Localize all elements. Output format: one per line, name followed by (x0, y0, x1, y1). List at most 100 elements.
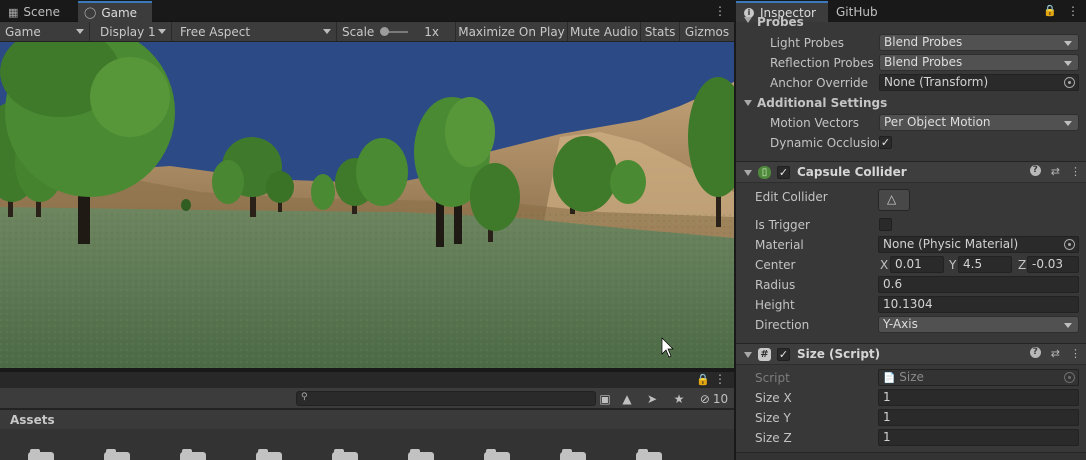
radius-field[interactable]: 0.6 (878, 276, 1079, 293)
chevron-down-icon (1064, 323, 1072, 328)
lock-icon[interactable]: 🔒 (696, 373, 710, 386)
center-z-field[interactable]: -0.03 (1027, 256, 1079, 273)
radius-value: 0.6 (883, 277, 903, 291)
chevron-down-icon (1064, 41, 1072, 46)
motion-vectors-row: Motion Vectors Per Object Motion (736, 113, 1086, 133)
size-x-field[interactable]: 1 (878, 389, 1079, 406)
grid-icon: ▦ (8, 5, 19, 19)
foldout-arrow-icon (744, 100, 752, 106)
project-search-input[interactable]: ⚲ (296, 391, 596, 406)
component-header-icons: ? ⇄ ⋮ (1029, 347, 1081, 360)
direction-value: Y-Axis (883, 317, 918, 331)
object-picker-icon[interactable] (1064, 77, 1075, 88)
center-label: Center (755, 258, 796, 272)
size-script-enabled-checkbox[interactable]: ✓ (777, 348, 790, 361)
hidden-packages-toggle[interactable]: ⊘ 10 (697, 390, 731, 408)
direction-dropdown[interactable]: Y-Axis (878, 316, 1079, 333)
height-label: Height (755, 298, 795, 312)
edit-collider-row: Edit Collider △ (736, 186, 1086, 212)
edit-collider-button[interactable]: △ (878, 189, 910, 211)
anchor-override-field[interactable]: None (Transform) (879, 74, 1079, 91)
dynamic-occlusion-checkbox[interactable]: ✓ (879, 136, 892, 149)
chevron-down-icon (1064, 121, 1072, 126)
project-menu-icon[interactable]: ⋮ (714, 372, 726, 386)
anchor-override-label: Anchor Override (770, 76, 869, 90)
mute-audio-toggle[interactable]: Mute Audio (568, 22, 641, 41)
folder-icon[interactable] (104, 449, 130, 460)
game-tab-menu-icon[interactable]: ⋮ (714, 3, 726, 19)
tab-game[interactable]: ◯ Game (78, 1, 152, 22)
capsule-collider-header[interactable]: ▯ ✓ Capsule Collider ? ⇄ ⋮ (736, 161, 1086, 183)
filter-by-label-icon[interactable]: ➤ (644, 390, 660, 408)
height-field[interactable]: 10.1304 (878, 296, 1079, 313)
center-y-value: 4.5 (963, 257, 983, 271)
folder-icon[interactable] (332, 449, 358, 460)
favorite-star-icon[interactable]: ★ (671, 390, 687, 408)
mode-dropdown[interactable]: Game (0, 22, 90, 41)
gizmos-toggle[interactable]: Gizmos (680, 22, 734, 41)
chevron-down-icon (1064, 61, 1072, 66)
light-probes-label: Light Probes (770, 36, 845, 50)
mute-label: Mute Audio (570, 24, 638, 39)
size-script-title: Size (Script) (797, 347, 881, 361)
help-icon[interactable]: ? (1029, 347, 1041, 358)
game-viewport[interactable] (0, 42, 734, 368)
dynamic-occlusion-label: Dynamic Occlusion (770, 136, 885, 150)
display-dropdown[interactable]: Display 1 (90, 22, 172, 41)
height-row: Height 10.1304 (736, 295, 1086, 315)
probes-foldout[interactable]: Probes (736, 14, 1086, 30)
preset-icon[interactable]: ⇄ (1051, 347, 1060, 360)
aspect-dropdown[interactable]: Free Aspect (172, 22, 337, 41)
size-z-field[interactable]: 1 (878, 429, 1079, 446)
size-x-value: 1 (883, 390, 891, 404)
material-field[interactable]: None (Physic Material) (878, 236, 1079, 253)
capsule-collider-enabled-checkbox[interactable]: ✓ (777, 166, 790, 179)
light-probes-dropdown[interactable]: Blend Probes (879, 34, 1079, 51)
assets-label: Assets (10, 413, 55, 427)
folder-icon[interactable] (560, 449, 586, 460)
center-y-field[interactable]: 4.5 (958, 256, 1012, 273)
size-script-header[interactable]: # ✓ Size (Script) ? ⇄ ⋮ (736, 343, 1086, 365)
stats-toggle[interactable]: Stats (641, 22, 680, 41)
folder-icon[interactable] (636, 449, 662, 460)
folder-icon[interactable] (28, 449, 54, 460)
anchor-override-row: Anchor Override None (Transform) (736, 73, 1086, 93)
folder-icon[interactable] (256, 449, 282, 460)
light-probes-value: Blend Probes (884, 35, 963, 49)
component-menu-icon[interactable]: ⋮ (1070, 165, 1081, 178)
game-toolbar: Game Display 1 Free Aspect Scale 1x Maxi… (0, 22, 734, 42)
capsule-collider-icon: ▯ (758, 166, 771, 179)
center-x-field[interactable]: 0.01 (890, 256, 944, 273)
help-icon[interactable]: ? (1029, 165, 1041, 176)
is-trigger-checkbox[interactable] (879, 218, 892, 231)
object-picker-icon[interactable] (1064, 239, 1075, 250)
center-z-label: Z (1018, 258, 1027, 272)
folder-icon[interactable] (180, 449, 206, 460)
maximize-on-play-toggle[interactable]: Maximize On Play (456, 22, 568, 41)
motion-vectors-dropdown[interactable]: Per Object Motion (879, 114, 1079, 131)
material-value: None (Physic Material) (883, 237, 1019, 251)
game-panel: ▦ Scene ◯ Game ⋮ Game Display 1 Free Asp… (0, 0, 734, 460)
reflection-probes-dropdown[interactable]: Blend Probes (879, 54, 1079, 71)
additional-settings-foldout[interactable]: Additional Settings (736, 93, 1086, 113)
project-tabbar: 🔒 ⋮ (0, 372, 734, 388)
game-scene-render (0, 42, 734, 368)
preset-icon[interactable]: ⇄ (1051, 165, 1060, 178)
scale-slider-knob[interactable] (380, 26, 390, 36)
scale-slider[interactable]: Scale 1x (337, 22, 456, 41)
scale-label: Scale (342, 24, 375, 39)
scale-slider-track[interactable] (380, 26, 409, 36)
tab-scene[interactable]: ▦ Scene (2, 2, 68, 22)
component-menu-icon[interactable]: ⋮ (1070, 347, 1081, 360)
game-tabbar: ▦ Scene ◯ Game ⋮ (0, 0, 734, 22)
hidden-packages-count: 10 (712, 392, 729, 406)
material-label: Material (755, 238, 804, 252)
folder-icon[interactable] (408, 449, 434, 460)
folder-icon[interactable] (484, 449, 510, 460)
motion-vectors-label: Motion Vectors (770, 116, 859, 130)
search-icon: ⚲ (301, 392, 308, 402)
filter-by-type-icon[interactable]: ▲ (619, 390, 635, 408)
additional-settings-header: Additional Settings (757, 96, 888, 110)
size-y-field[interactable]: 1 (878, 409, 1079, 426)
search-by-type-icon[interactable]: ▣ (597, 390, 613, 408)
